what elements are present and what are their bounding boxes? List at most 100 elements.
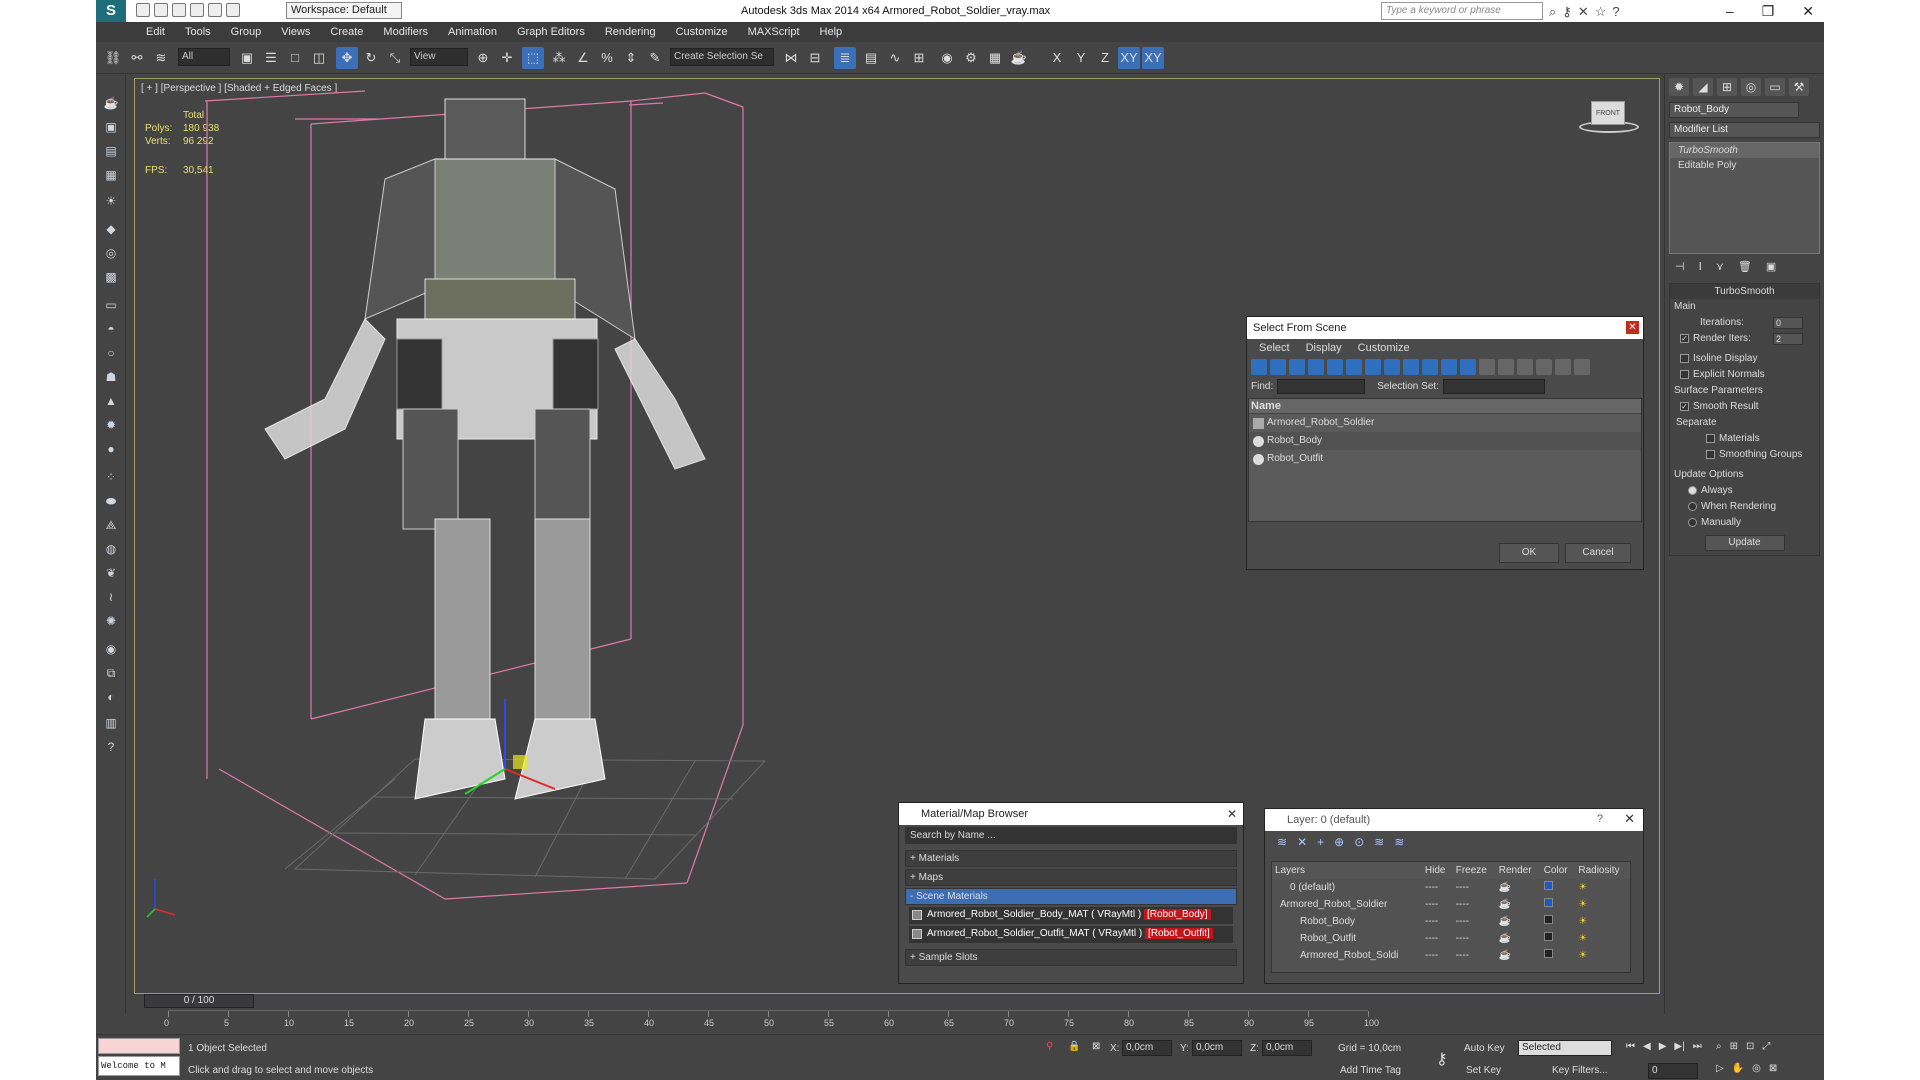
menu-animation[interactable]: Animation xyxy=(438,22,507,42)
maximize-viewport-icon[interactable]: ⤢ xyxy=(1762,1041,1770,1052)
menu-modifiers[interactable]: Modifiers xyxy=(373,22,438,42)
select-move-icon[interactable]: ✥ xyxy=(336,47,358,69)
find-input[interactable] xyxy=(1277,379,1366,394)
table-row[interactable]: Robot_Outfit ---- ---- ☕ ☀ xyxy=(1272,930,1630,947)
explicit-normals-checkbox[interactable] xyxy=(1680,369,1689,379)
globe-icon[interactable]: ◍ xyxy=(102,542,120,558)
angle-snap-icon[interactable]: ∠ xyxy=(572,47,594,69)
filter-spacewarps-icon[interactable] xyxy=(1346,359,1362,375)
menu-create[interactable]: Create xyxy=(320,22,373,42)
make-unique-icon[interactable]: ⋎ xyxy=(1716,260,1724,273)
axis-x-button[interactable]: X xyxy=(1046,47,1068,69)
menu-help[interactable]: Help xyxy=(810,22,853,42)
fov-icon[interactable]: ▷ xyxy=(1716,1063,1724,1074)
menu-rendering[interactable]: Rendering xyxy=(595,22,666,42)
filter-shapes-icon[interactable] xyxy=(1270,359,1286,375)
filter-funnel-icon[interactable] xyxy=(1536,359,1552,375)
select-highlighted-icon[interactable]: ⊙ xyxy=(1354,835,1364,849)
layer-color-swatch[interactable] xyxy=(1543,949,1553,958)
configure-sets-icon[interactable]: ▣ xyxy=(1766,260,1776,273)
when-rendering-radio[interactable] xyxy=(1688,501,1697,511)
axis-z-button[interactable]: Z xyxy=(1094,47,1116,69)
snaps-toggle-icon[interactable]: ⁂ xyxy=(548,47,570,69)
pivot-center-icon[interactable]: ⊕ xyxy=(472,47,494,69)
table-row[interactable]: Robot_Body ---- ---- ☕ ☀ xyxy=(1272,913,1630,930)
help-icon[interactable]: ? xyxy=(1612,4,1619,20)
material-editor-icon[interactable]: ◉ xyxy=(936,47,958,69)
select-invert-icon[interactable] xyxy=(1517,359,1533,375)
exchange-icon[interactable]: ✕ xyxy=(1578,4,1589,20)
select-scale-icon[interactable]: ⤡ xyxy=(384,47,406,69)
list-item[interactable]: Armored_Robot_Soldier xyxy=(1249,414,1641,432)
motion-tab-icon[interactable]: ◎ xyxy=(1741,78,1761,96)
sfs-menu-select[interactable]: Select xyxy=(1259,339,1290,357)
maximize-toggle-icon[interactable]: ⊠ xyxy=(1769,1063,1777,1074)
scene-materials-group[interactable]: - Scene Materials xyxy=(905,888,1237,905)
workspace-dropdown[interactable]: Workspace: Default xyxy=(286,2,402,19)
close-icon[interactable]: ✕ xyxy=(1227,807,1237,821)
film-icon[interactable]: ▩ xyxy=(102,270,120,286)
add-layer-icon[interactable]: + xyxy=(1317,835,1324,849)
dome-icon[interactable]: ◓ xyxy=(102,322,120,338)
y-coord-field[interactable]: 0,0cm xyxy=(1192,1040,1242,1056)
zoom-all-icon[interactable]: ⊞ xyxy=(1730,1041,1738,1052)
stack-item-turbosmooth[interactable]: TurboSmooth xyxy=(1670,143,1819,158)
save-file-icon[interactable] xyxy=(172,3,186,17)
select-object-icon[interactable]: ▣ xyxy=(236,47,258,69)
filter-bones-icon[interactable] xyxy=(1403,359,1419,375)
display-tab-icon[interactable]: ▭ xyxy=(1765,78,1785,96)
prev-frame-icon[interactable]: ◀ xyxy=(1643,1041,1651,1052)
material-item[interactable]: Armored_Robot_Soldier_Body_MAT ( VRayMtl… xyxy=(909,907,1233,924)
table-row[interactable]: Armored_Robot_Soldi ---- ---- ☕ ☀ xyxy=(1272,947,1630,964)
render-teapot-icon[interactable]: ☕ xyxy=(1008,47,1030,69)
add-time-tag[interactable]: Add Time Tag xyxy=(1340,1065,1401,1076)
menu-graph-editors[interactable]: Graph Editors xyxy=(507,22,595,42)
schematic-view-icon[interactable]: ⊞ xyxy=(908,47,930,69)
menu-group[interactable]: Group xyxy=(221,22,272,42)
redo-icon[interactable] xyxy=(208,3,222,17)
help-circle-icon[interactable]: ? xyxy=(102,740,120,756)
orbit-icon[interactable]: ◎ xyxy=(1752,1063,1761,1074)
teapot-light-icon[interactable]: ☗ xyxy=(102,370,120,386)
project-folder-icon[interactable] xyxy=(226,3,240,17)
list-item[interactable]: Robot_Body xyxy=(1249,432,1641,450)
filter-groups-icon[interactable] xyxy=(1365,359,1381,375)
menu-tools[interactable]: Tools xyxy=(175,22,221,42)
auto-key-button[interactable]: Auto Key xyxy=(1464,1043,1505,1054)
selected-dropdown[interactable]: Selected xyxy=(1518,1040,1612,1056)
spinner-snap-icon[interactable]: ⇕ xyxy=(620,47,642,69)
mirror-icon[interactable]: ⋈ xyxy=(780,47,802,69)
layer-color-swatch[interactable] xyxy=(1543,915,1553,924)
freeze-column[interactable]: Freeze xyxy=(1452,862,1496,879)
filter-hidden-icon[interactable] xyxy=(1460,359,1476,375)
close-icon[interactable]: ✕ xyxy=(1802,0,1814,22)
clipper-icon[interactable]: ▥ xyxy=(102,716,120,732)
select-by-name-icon[interactable]: ☰ xyxy=(260,47,282,69)
render-iters-spinner[interactable]: 2 xyxy=(1773,333,1803,345)
robot-model[interactable] xyxy=(264,98,706,800)
remove-modifier-icon[interactable]: 🗑 xyxy=(1738,260,1752,273)
maps-group[interactable]: + Maps xyxy=(905,869,1237,886)
pyramid-icon[interactable]: ⟁ xyxy=(102,518,120,534)
sfs-menu-customize[interactable]: Customize xyxy=(1358,339,1410,357)
hair-icon[interactable]: ≀ xyxy=(102,590,120,606)
link-icon[interactable]: ⛓ xyxy=(102,47,124,69)
play-icon[interactable]: ▶ xyxy=(1659,1041,1667,1052)
layer-manager-icon[interactable]: ≣ xyxy=(834,47,856,69)
app-logo-icon[interactable]: S xyxy=(96,0,126,22)
undo-icon[interactable] xyxy=(190,3,204,17)
x-coord-field[interactable]: 0,0cm xyxy=(1122,1040,1172,1056)
star-icon[interactable]: ☆ xyxy=(1595,4,1607,20)
layer-color-swatch[interactable] xyxy=(1543,898,1553,907)
open-file-icon[interactable] xyxy=(154,3,168,17)
bind-spacewarp-icon[interactable]: ≋ xyxy=(150,47,172,69)
utilities-tab-icon[interactable]: ⚒ xyxy=(1789,78,1809,96)
maxscript-input[interactable]: Welcome to M xyxy=(98,1056,180,1076)
ball-icon[interactable]: ● xyxy=(102,442,120,458)
sphere-blue-icon[interactable]: ◉ xyxy=(102,642,120,658)
selection-filter-dropdown[interactable]: All xyxy=(178,48,230,66)
show-end-result-icon[interactable]: Ⅰ xyxy=(1699,260,1702,273)
delete-layer-icon[interactable]: ✕ xyxy=(1297,835,1307,849)
smoothing-groups-checkbox[interactable] xyxy=(1706,449,1715,459)
cone-icon[interactable]: ▲ xyxy=(102,394,120,410)
